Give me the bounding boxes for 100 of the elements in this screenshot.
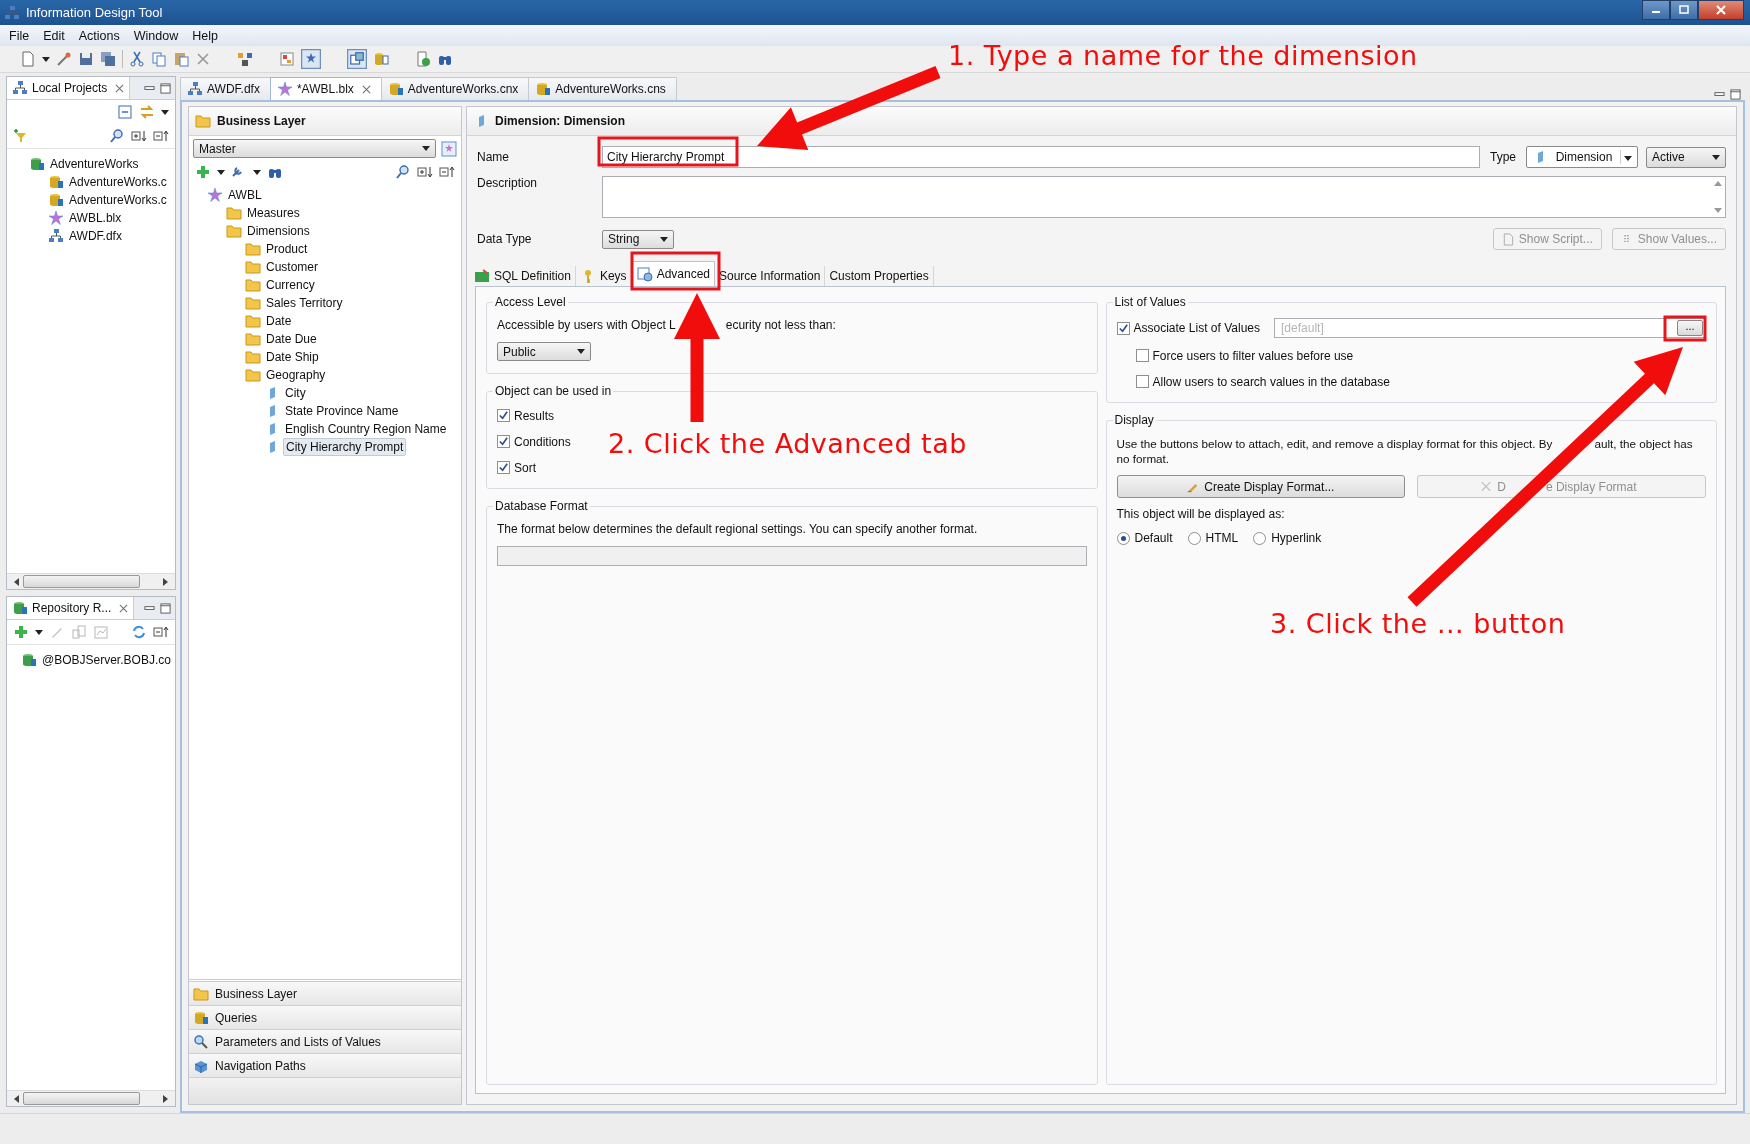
folder-icon — [245, 331, 261, 347]
tree-item[interactable]: Customer — [264, 259, 320, 275]
editor-tab[interactable]: AWDF.dfx — [180, 77, 271, 100]
collapse-all-icon[interactable] — [439, 164, 455, 180]
diagram-icon[interactable] — [279, 51, 295, 67]
database-icon[interactable] — [373, 51, 389, 67]
tree-item[interactable]: AdventureWorks — [48, 156, 141, 172]
menu-item[interactable]: Help — [187, 27, 223, 44]
search-icon[interactable] — [395, 164, 411, 180]
close-icon[interactable] — [119, 603, 129, 613]
copy-icon[interactable] — [151, 51, 167, 67]
scrollbar[interactable] — [7, 573, 175, 589]
collapse-all-icon[interactable] — [153, 624, 169, 640]
down-arrow-icon[interactable] — [1714, 208, 1722, 213]
tree-item[interactable]: English Country Region Name — [283, 421, 449, 437]
tree-item[interactable]: Currency — [264, 277, 317, 293]
access-level-dropdown[interactable]: Public — [497, 342, 591, 361]
maximize-icon[interactable] — [160, 82, 171, 94]
tree-item[interactable]: Dimensions — [245, 223, 312, 239]
view-tab[interactable]: Local Projects — [7, 77, 131, 99]
tree-item[interactable]: City — [283, 385, 308, 401]
tree-item[interactable]: Date Due — [264, 331, 319, 347]
tree-item[interactable]: AdventureWorks.c — [67, 174, 169, 190]
cut-icon[interactable] — [129, 51, 145, 67]
checkbox[interactable] — [497, 461, 510, 474]
editor-tab[interactable]: AdventureWorks.cns — [528, 77, 677, 100]
menu-item[interactable]: Actions — [73, 27, 125, 44]
search-icon[interactable] — [109, 128, 125, 144]
menu-item[interactable]: Window — [128, 27, 184, 44]
status-dropdown[interactable]: Active — [1646, 146, 1726, 168]
collapse-icon[interactable] — [117, 104, 133, 120]
name-field[interactable]: City Hierarchy Prompt — [602, 146, 1480, 168]
tree-item[interactable]: Product — [264, 241, 310, 257]
refresh-icon[interactable] — [131, 624, 147, 640]
save-all-icon[interactable] — [100, 51, 116, 67]
tree-item[interactable]: Geography — [264, 367, 328, 383]
expand-all-icon[interactable] — [131, 128, 147, 144]
save-icon[interactable] — [78, 51, 94, 67]
type-dropdown[interactable]: Dimension — [1526, 146, 1638, 168]
section-header[interactable]: Business Layer — [189, 982, 461, 1006]
tree-item[interactable]: City Hierarchy Prompt — [283, 438, 407, 456]
description-field[interactable] — [602, 176, 1726, 218]
tab[interactable]: Advanced — [631, 261, 715, 286]
menu-item[interactable]: Edit — [38, 27, 70, 44]
checkbox[interactable] — [1116, 321, 1130, 335]
close-button[interactable] — [1698, 0, 1744, 20]
section-header[interactable]: Navigation Paths — [189, 1054, 461, 1078]
document-check-icon[interactable] — [415, 51, 431, 67]
browse-button[interactable]: ... — [1677, 320, 1703, 336]
radio-button[interactable] — [1116, 531, 1130, 545]
folder-icon — [245, 313, 261, 329]
right-arrow-icon[interactable] — [163, 1094, 169, 1103]
menu-item[interactable]: File — [4, 27, 35, 44]
tree-item[interactable]: AdventureWorks.c — [67, 192, 169, 208]
minimize-button[interactable] — [1642, 0, 1670, 20]
checkbox[interactable] — [1135, 349, 1149, 362]
create-format-button[interactable]: Create Display Format... — [1116, 475, 1406, 498]
delete-icon[interactable] — [195, 51, 211, 67]
checkbox[interactable] — [497, 409, 510, 422]
tree-item[interactable]: Sales Territory — [264, 295, 345, 311]
data-type-dropdown[interactable]: String — [602, 229, 674, 249]
checkbox[interactable] — [1135, 375, 1149, 388]
panels-icon[interactable] — [347, 49, 367, 69]
tree-item[interactable]: AWBL — [226, 187, 264, 203]
wand-icon[interactable] — [56, 51, 72, 67]
tree-item[interactable]: Measures — [245, 205, 302, 221]
up-arrow-icon[interactable] — [1714, 181, 1722, 186]
radio-button[interactable] — [1253, 531, 1267, 545]
section-header[interactable]: Parameters and Lists of Values — [189, 1030, 461, 1054]
view-settings-icon[interactable] — [441, 140, 457, 157]
section-header[interactable]: Queries — [189, 1006, 461, 1030]
editor-tab[interactable]: AdventureWorks.cnx — [380, 77, 530, 100]
tree-item[interactable]: AWBL.blx — [67, 210, 124, 226]
left-arrow-icon[interactable] — [13, 577, 19, 586]
tree-item[interactable]: @BOBJServer.BOBJ.co — [40, 652, 173, 668]
view-dropdown[interactable]: Master — [193, 139, 436, 158]
radio-button[interactable] — [1187, 531, 1201, 545]
checkbox[interactable] — [497, 435, 510, 448]
tree-item[interactable]: Date — [264, 313, 294, 329]
paste-icon[interactable] — [173, 51, 189, 67]
close-icon[interactable] — [361, 84, 371, 94]
tree-item[interactable]: State Province Name — [283, 403, 401, 419]
tree-item[interactable]: AWDF.dfx — [67, 228, 124, 244]
view-tab[interactable]: Repository R... — [7, 597, 135, 619]
collapse-all-icon[interactable] — [153, 128, 169, 144]
right-arrow-icon[interactable] — [163, 577, 169, 586]
network-icon[interactable] — [237, 51, 253, 67]
network-icon — [12, 80, 28, 96]
tree-item[interactable]: Date Ship — [264, 349, 321, 365]
maximize-icon[interactable] — [1730, 89, 1741, 100]
close-icon[interactable] — [115, 83, 125, 93]
sync-icon[interactable] — [139, 104, 155, 120]
maximize-icon[interactable] — [160, 602, 171, 614]
scrollbar[interactable] — [7, 1090, 175, 1106]
left-arrow-icon[interactable] — [13, 1094, 19, 1103]
maximize-button[interactable] — [1670, 0, 1698, 20]
editor-tab[interactable]: *AWBL.blx — [269, 77, 382, 100]
new-file-icon[interactable] — [20, 51, 36, 67]
format-field[interactable] — [497, 546, 1087, 566]
expand-all-icon[interactable] — [417, 164, 433, 180]
